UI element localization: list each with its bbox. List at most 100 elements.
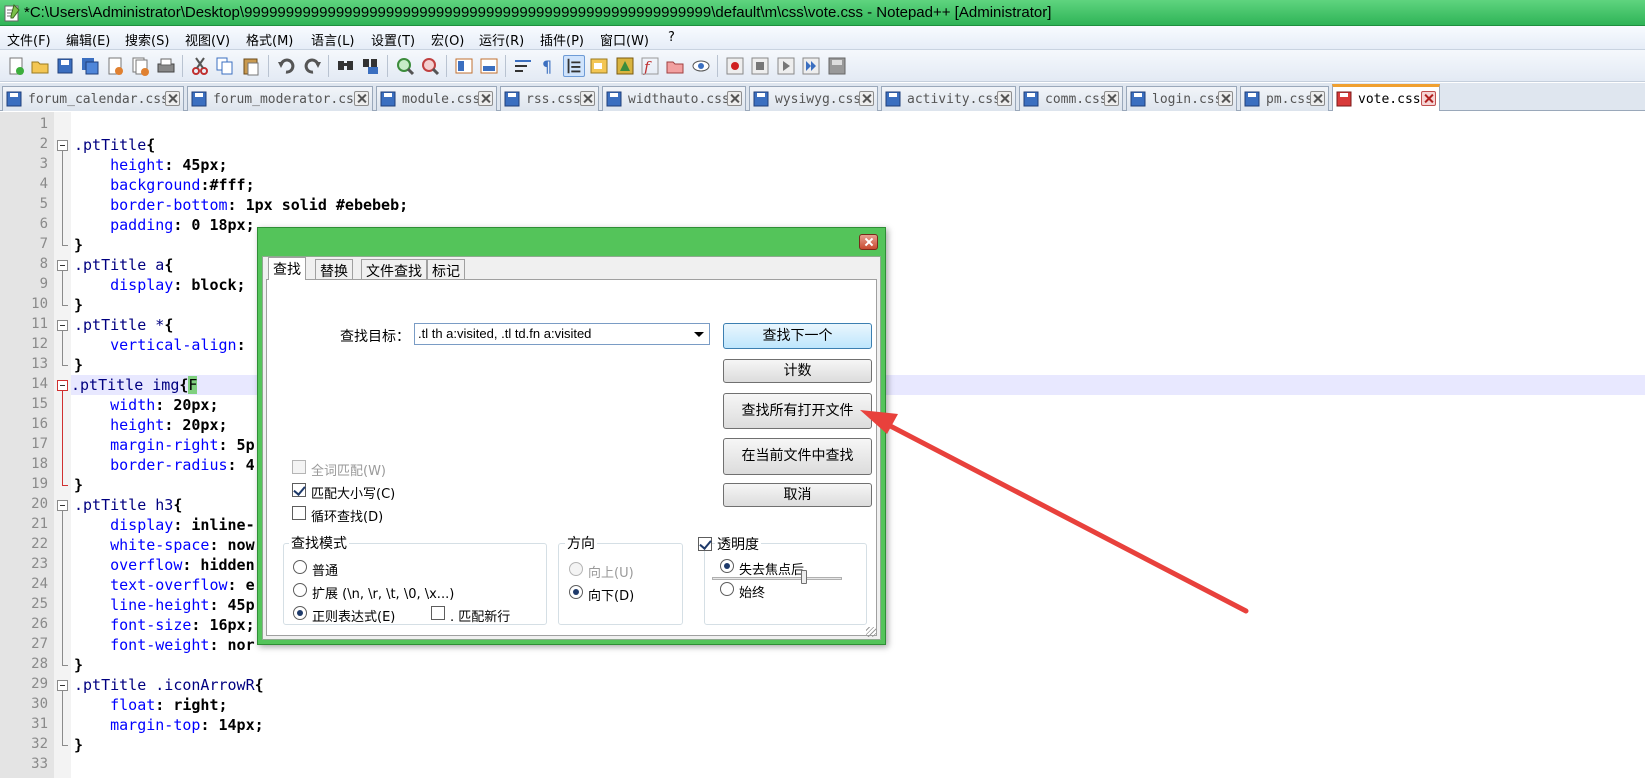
function-list-icon[interactable]: f [639, 55, 661, 77]
code-line[interactable]: vertical-align: [74, 335, 245, 355]
record-macro-icon[interactable] [724, 55, 746, 77]
tab-widthauto[interactable]: widthauto.css [602, 86, 746, 111]
wrap-around-checkbox[interactable] [292, 506, 306, 520]
find-all-current-doc-button[interactable]: 在当前文件中查找 [723, 438, 872, 475]
menu-search[interactable]: 搜索(S) [125, 30, 169, 49]
code-line[interactable]: } [74, 235, 83, 255]
find-next-button[interactable]: 查找下一个 [723, 323, 872, 349]
direction-down-radio[interactable] [569, 585, 583, 599]
user-language-icon[interactable] [588, 55, 610, 77]
new-file-icon[interactable] [5, 55, 27, 77]
code-line[interactable]: } [74, 355, 83, 375]
tab-module[interactable]: module.css [376, 86, 497, 111]
code-line[interactable]: border-bottom: 1px solid #ebebeb; [74, 195, 408, 215]
code-line[interactable]: font-size: 16px; [74, 615, 255, 635]
tab-forum-moderator[interactable]: forum_moderator.css [187, 86, 373, 111]
always-radio[interactable] [720, 582, 734, 596]
dropdown-arrow-icon[interactable] [694, 332, 704, 337]
save-macro-icon[interactable] [826, 55, 848, 77]
menu-file[interactable]: 文件(F) [7, 30, 51, 49]
menu-window[interactable]: 窗口(W) [600, 30, 649, 49]
save-icon[interactable] [54, 55, 76, 77]
word-wrap-icon[interactable] [512, 55, 534, 77]
zoom-out-icon[interactable] [419, 55, 441, 77]
replace-icon[interactable] [360, 55, 382, 77]
fold-toggle-icon[interactable] [57, 260, 68, 271]
tab-close-icon[interactable] [1218, 91, 1233, 106]
menu-language[interactable]: 语言(L) [311, 30, 354, 49]
tab-comm[interactable]: comm.css [1019, 86, 1123, 111]
tab-close-icon[interactable] [727, 91, 742, 106]
find-all-open-docs-button[interactable]: 查找所有打开文件 [723, 393, 872, 429]
code-line[interactable]: padding: 0 18px; [74, 215, 255, 235]
tab-close-icon[interactable] [354, 91, 369, 106]
close-all-icon[interactable] [129, 55, 151, 77]
code-line[interactable]: line-height: 45p [74, 595, 255, 615]
whole-word-checkbox[interactable] [292, 460, 306, 474]
tab-replace[interactable]: 替换 [315, 259, 353, 280]
code-line[interactable]: .ptTitle .iconArrowR{ [74, 675, 264, 695]
fold-toggle-icon[interactable] [57, 320, 68, 331]
undo-icon[interactable] [276, 55, 298, 77]
tab-close-icon[interactable] [1310, 91, 1325, 106]
code-line[interactable]: font-weight: nor [74, 635, 255, 655]
code-line[interactable]: background:#fff; [74, 175, 255, 195]
tab-forum-calendar[interactable]: forum_calendar.css [2, 86, 184, 111]
code-line[interactable]: .ptTitle{ [74, 135, 155, 155]
tab-vote[interactable]: vote.css [1332, 84, 1440, 111]
code-line[interactable]: .ptTitle *{ [74, 315, 173, 335]
tab-pm[interactable]: pm.css [1240, 86, 1329, 111]
sync-horizontal-icon[interactable] [478, 55, 500, 77]
code-line[interactable]: display: block; [74, 275, 245, 295]
tab-close-icon[interactable] [997, 91, 1012, 106]
sync-vertical-icon[interactable] [453, 55, 475, 77]
code-line[interactable]: overflow: hidden [74, 555, 255, 575]
fold-toggle-icon[interactable] [57, 380, 68, 391]
print-icon[interactable] [155, 55, 177, 77]
zoom-in-icon[interactable] [394, 55, 416, 77]
menu-macro[interactable]: 宏(O) [431, 30, 464, 49]
mode-normal-radio[interactable] [293, 560, 307, 574]
tab-find-in-files[interactable]: 文件查找 [361, 259, 427, 280]
mode-regex-radio[interactable] [293, 606, 307, 620]
tab-close-icon[interactable] [580, 91, 595, 106]
code-line[interactable]: } [74, 475, 83, 495]
fold-toggle-icon[interactable] [57, 140, 68, 151]
find-what-combobox[interactable]: .tl th a:visited, .tl td.fn a:visited [414, 323, 710, 345]
doc-map-icon[interactable] [614, 55, 636, 77]
code-line[interactable]: .ptTitle a{ [74, 255, 173, 275]
run-macro-multiple-icon[interactable] [800, 55, 822, 77]
code-line[interactable]: } [74, 655, 83, 675]
code-line[interactable]: .ptTitle h3{ [74, 495, 182, 515]
menu-run[interactable]: 运行(R) [479, 30, 524, 49]
copy-icon[interactable] [214, 55, 236, 77]
code-line[interactable]: float: right; [74, 695, 227, 715]
code-line[interactable]: height: 20px; [74, 415, 227, 435]
tab-wysiwyg[interactable]: wysiwyg.css [749, 86, 878, 111]
tab-close-icon[interactable] [165, 91, 180, 106]
indent-guide-icon[interactable] [563, 55, 585, 77]
code-line[interactable]: } [74, 735, 83, 755]
close-file-icon[interactable] [104, 55, 126, 77]
tab-close-icon[interactable] [859, 91, 874, 106]
play-macro-icon[interactable] [775, 55, 797, 77]
code-line[interactable]: width: 20px; [74, 395, 218, 415]
tab-mark[interactable]: 标记 [427, 259, 465, 280]
mode-extended-radio[interactable] [293, 583, 307, 597]
match-case-checkbox[interactable] [292, 483, 306, 497]
menu-format[interactable]: 格式(M) [246, 30, 293, 49]
stop-macro-icon[interactable] [749, 55, 771, 77]
tab-close-icon[interactable] [478, 91, 493, 106]
code-line[interactable]: margin-top: 14px; [74, 715, 264, 735]
menu-settings[interactable]: 设置(T) [371, 30, 415, 49]
cancel-button[interactable]: 取消 [723, 483, 872, 507]
code-line[interactable]: text-overflow: e [74, 575, 255, 595]
code-line[interactable]: border-radius: 4 [74, 455, 255, 475]
code-line[interactable]: height: 45px; [74, 155, 227, 175]
fold-toggle-icon[interactable] [57, 680, 68, 691]
menu-help[interactable]: ? [668, 30, 675, 45]
find-icon[interactable] [335, 55, 357, 77]
dot-matches-newline-checkbox[interactable] [431, 606, 445, 620]
save-all-icon[interactable] [79, 55, 101, 77]
menu-view[interactable]: 视图(V) [185, 30, 230, 49]
